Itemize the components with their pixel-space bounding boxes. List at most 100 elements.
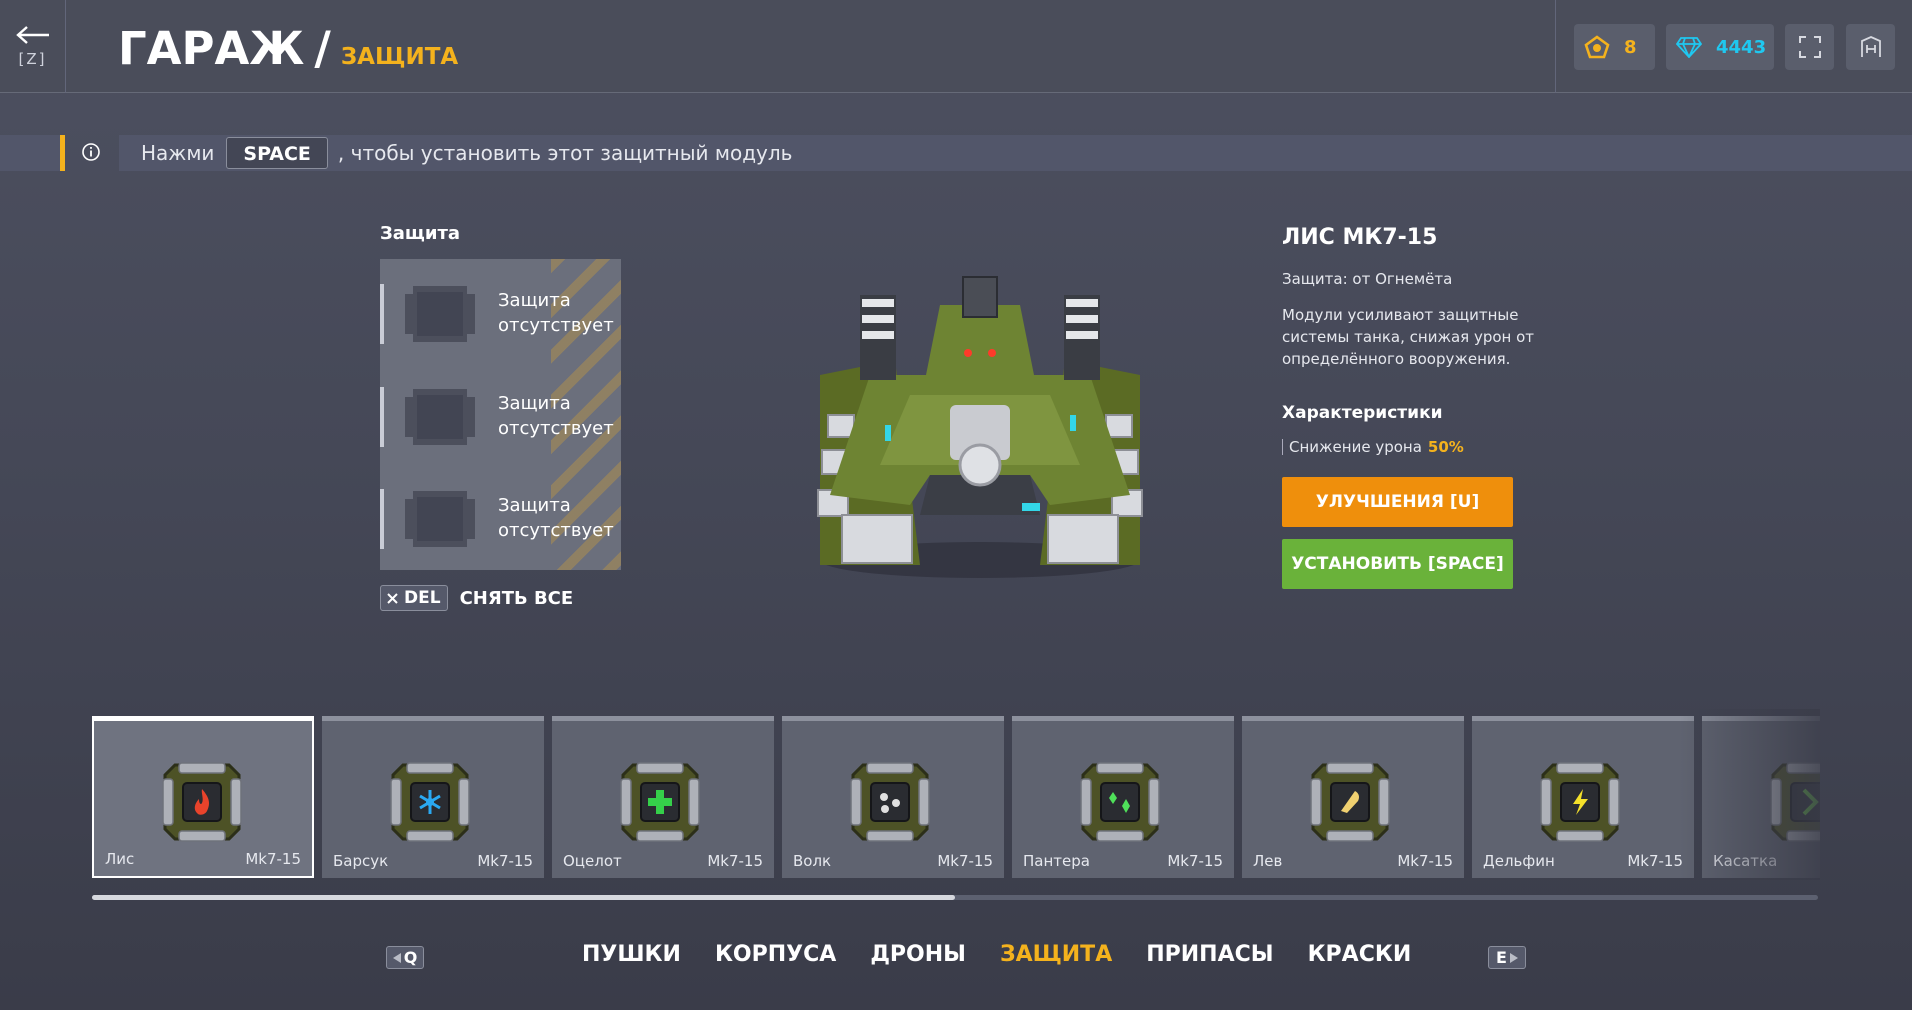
hint-bar: Нажми SPACE , чтобы установить этот защи… <box>119 135 1912 171</box>
del-key-label: DEL <box>404 588 441 608</box>
module-card-name: Оцелот <box>563 852 622 870</box>
upgrades-button[interactable]: УЛУЧШЕНИЯ [U] <box>1282 477 1513 527</box>
module-card-level: Mk7-15 <box>1397 852 1453 870</box>
empty-slot-icon <box>405 491 475 547</box>
title-section: ЗАЩИТА <box>340 44 459 70</box>
module-card-name: Дельфин <box>1483 852 1555 870</box>
empty-slot-icon <box>405 389 475 445</box>
stat-marker <box>1282 439 1283 455</box>
crystals-value: 8 <box>1624 36 1637 58</box>
tab-item[interactable]: ДРОНЫ <box>870 942 966 967</box>
module-card[interactable]: Оцелот Mk7-15 <box>552 716 774 878</box>
install-button[interactable]: УСТАНОВИТЬ [SPACE] <box>1282 539 1513 589</box>
slot-indicator <box>380 489 384 549</box>
arrow-left-icon <box>15 25 49 44</box>
sparks-icon <box>1080 762 1160 842</box>
module-card-level: Mk7-15 <box>1627 852 1683 870</box>
fullscreen-button[interactable] <box>1785 24 1834 70</box>
prev-tab-key-label: Q <box>403 948 418 967</box>
hint-text-post: , чтобы установить этот защитный модуль <box>337 141 793 165</box>
currency-area: 8 4443 <box>1555 0 1912 93</box>
slots-title: Защита <box>380 223 461 244</box>
fullscreen-icon <box>1798 36 1821 58</box>
scrollbar-thumb[interactable] <box>92 895 955 900</box>
prev-tab-key[interactable]: Q <box>386 946 424 969</box>
module-card-name: Лис <box>105 850 135 868</box>
triangle-right-icon <box>1509 952 1518 963</box>
protection-slots-panel: Защита отсутствует Защита отсутствует За… <box>380 259 621 570</box>
top-bar: [Z] ГАРАЖ / ЗАЩИТА 8 4443 <box>0 0 1912 93</box>
plus-icon <box>620 762 700 842</box>
module-carousel[interactable]: Лис Mk7-15 Барсук Mk7-15 Оцелот Mk7-15 Волк Mk7… <box>92 709 1820 880</box>
module-card[interactable]: Барсук Mk7-15 <box>322 716 544 878</box>
exit-door-icon <box>1860 36 1881 57</box>
module-card-level: Mk7-15 <box>245 850 301 868</box>
module-card[interactable]: Пантера Mk7-15 <box>1012 716 1234 878</box>
gems-value: 4443 <box>1716 36 1767 58</box>
page-title: ГАРАЖ / ЗАЩИТА <box>118 22 458 75</box>
info-icon <box>80 141 102 163</box>
gems-counter[interactable]: 4443 <box>1666 24 1774 70</box>
stat-label: Снижение урона <box>1289 438 1422 456</box>
back-button[interactable]: [Z] <box>0 0 66 93</box>
lightning-icon <box>1540 762 1620 842</box>
module-protection-type: Защита: от Огнемёта <box>1282 270 1453 288</box>
title-separator: / <box>314 22 331 75</box>
hint-accent <box>60 135 65 171</box>
crystals-counter[interactable]: 8 <box>1574 24 1655 70</box>
close-icon <box>387 592 398 604</box>
tank-preview-image <box>817 276 1143 578</box>
module-card-name: Волк <box>793 852 832 870</box>
remove-all-label: СНЯТЬ ВСЕ <box>459 587 574 609</box>
module-card-level: Mk7-15 <box>1167 852 1223 870</box>
damage-reduction-stat: Снижение урона 50% <box>1282 438 1464 456</box>
carousel-fade <box>1680 709 1820 880</box>
module-card-level: Mk7-15 <box>477 852 533 870</box>
protection-slot-2[interactable]: Защита отсутствует <box>380 387 621 447</box>
protection-slot-1[interactable]: Защита отсутствует <box>380 284 621 344</box>
tab-item[interactable]: КОРПУСА <box>715 942 836 967</box>
category-tabs: ПУШКИ КОРПУСА ДРОНЫ ЗАЩИТА ПРИПАСЫ КРАСКИ <box>582 942 1411 967</box>
triangle-left-icon <box>392 952 401 963</box>
module-card-name: Барсук <box>333 852 389 870</box>
remove-all-button[interactable]: DEL СНЯТЬ ВСЕ <box>380 585 573 611</box>
slot-label: Защита отсутствует <box>498 495 614 541</box>
tab-item[interactable]: ПРИПАСЫ <box>1146 942 1273 967</box>
tab-item[interactable]: ЗАЩИТА <box>1000 942 1112 967</box>
hint-left-block <box>0 135 62 171</box>
module-card[interactable]: Дельфин Mk7-15 <box>1472 716 1694 878</box>
exit-button[interactable] <box>1846 24 1895 70</box>
carousel-scrollbar[interactable] <box>92 895 1818 900</box>
flame-icon <box>162 762 242 842</box>
module-card-level: Mk7-15 <box>937 852 993 870</box>
tab-item[interactable]: ПУШКИ <box>582 942 681 967</box>
back-hotkey: [Z] <box>18 49 47 68</box>
diamond-icon <box>1676 37 1702 58</box>
module-card-name: Пантера <box>1023 852 1090 870</box>
protection-slot-3[interactable]: Защита отсутствует <box>380 489 621 549</box>
next-tab-key-label: E <box>1496 948 1507 967</box>
space-key-badge: SPACE <box>226 137 328 169</box>
hint-text-pre: Нажми <box>141 141 215 165</box>
slot-label: Защита отсутствует <box>498 393 614 439</box>
next-tab-key[interactable]: E <box>1488 946 1526 969</box>
stat-value: 50% <box>1427 438 1464 456</box>
empty-slot-icon <box>405 286 475 342</box>
title-main: ГАРАЖ <box>118 22 305 75</box>
feather-icon <box>1310 762 1390 842</box>
slot-indicator <box>380 284 384 344</box>
module-name: ЛИС МК7-15 <box>1282 225 1438 250</box>
snowflake-icon <box>390 762 470 842</box>
module-card[interactable]: Лис Mk7-15 <box>92 716 314 878</box>
module-card-level: Mk7-15 <box>707 852 763 870</box>
module-card[interactable]: Волк Mk7-15 <box>782 716 1004 878</box>
del-key-badge: DEL <box>380 585 448 611</box>
slot-indicator <box>380 387 384 447</box>
characteristics-heading: Характеристики <box>1282 403 1443 423</box>
dots-icon <box>850 762 930 842</box>
tab-item[interactable]: КРАСКИ <box>1308 942 1412 967</box>
slot-label: Защита отсутствует <box>498 290 614 336</box>
module-card[interactable]: Лев Mk7-15 <box>1242 716 1464 878</box>
module-description: Модули усиливают защитные системы танка,… <box>1282 306 1535 368</box>
pentagon-icon <box>1584 35 1610 59</box>
